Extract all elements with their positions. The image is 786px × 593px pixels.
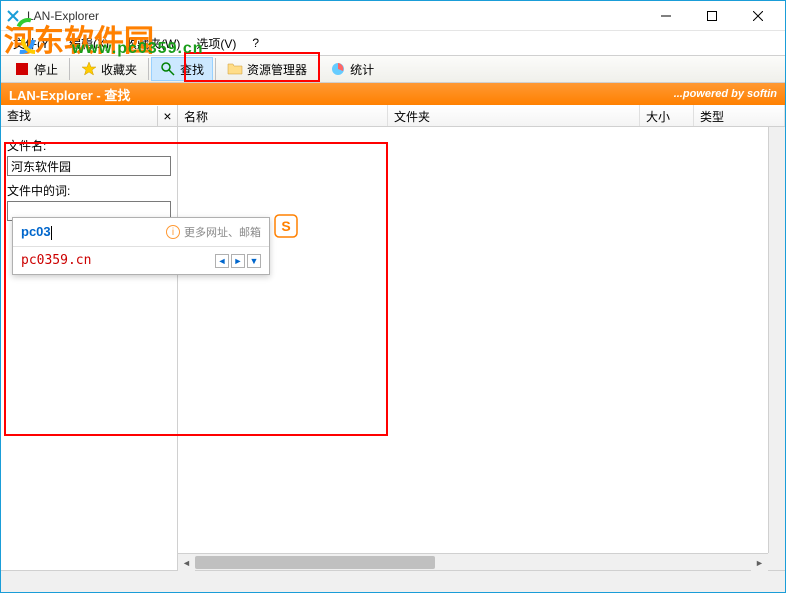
filename-input[interactable] xyxy=(7,156,171,176)
ime-hint[interactable]: i 更多网址、邮箱 xyxy=(166,224,261,240)
resource-manager-button[interactable]: 资源管理器 xyxy=(218,57,316,81)
results-area: ◄ ► xyxy=(178,127,785,570)
words-label: 文件中的词: xyxy=(7,182,171,199)
powered-by: ...powered by softin xyxy=(674,88,777,100)
search-label: 查找 xyxy=(180,61,204,78)
favorites-button[interactable]: 收藏夹 xyxy=(72,57,146,81)
menu-options[interactable]: 选项(V) xyxy=(188,33,244,54)
statusbar xyxy=(1,570,785,592)
filename-label: 文件名: xyxy=(7,137,171,154)
toolbar-separator xyxy=(148,58,149,80)
titlebar: LAN-Explorer xyxy=(1,1,785,31)
col-folder[interactable]: 文件夹 xyxy=(388,105,640,126)
search-sidebar: 查找 × 文件名: 文件中的词: xyxy=(1,105,178,570)
col-size[interactable]: 大小 xyxy=(640,105,694,126)
minimize-button[interactable] xyxy=(643,1,689,31)
sidebar-header-label: 查找 xyxy=(1,107,157,124)
maximize-button[interactable] xyxy=(689,1,735,31)
content-area: 查找 × 文件名: 文件中的词: 名称 文件夹 大小 类型 ◄ xyxy=(1,105,785,570)
maximize-icon xyxy=(707,11,717,21)
chart-icon xyxy=(330,61,346,77)
column-headers: 名称 文件夹 大小 类型 xyxy=(178,105,785,127)
scroll-right-button[interactable]: ► xyxy=(751,554,768,571)
ime-suggestion[interactable]: pc0359.cn xyxy=(21,253,215,268)
ime-popup: pc03 i 更多网址、邮箱 pc0359.cn ◄ ► ▼ xyxy=(12,217,270,275)
app-window: LAN-Explorer 文件(Y) 编辑(X) 收藏夹(W) 选项(V) ? … xyxy=(0,0,786,593)
col-name[interactable]: 名称 xyxy=(178,105,388,126)
menu-favorites[interactable]: 收藏夹(W) xyxy=(117,33,188,54)
sidebar-header: 查找 × xyxy=(1,105,177,127)
statistics-label: 统计 xyxy=(350,61,374,78)
ime-nav: ◄ ► ▼ xyxy=(215,254,261,268)
scroll-left-button[interactable]: ◄ xyxy=(178,554,195,571)
close-icon xyxy=(753,11,763,21)
ime-prev-button[interactable]: ◄ xyxy=(215,254,229,268)
ime-input-row: pc03 i 更多网址、邮箱 xyxy=(13,218,269,247)
svg-text:S: S xyxy=(281,218,290,234)
toolbar-separator xyxy=(318,58,319,80)
menu-help[interactable]: ? xyxy=(244,34,267,52)
favorites-label: 收藏夹 xyxy=(101,61,137,78)
watermark-logo xyxy=(6,18,50,67)
menubar: 文件(Y) 编辑(X) 收藏夹(W) 选项(V) ? xyxy=(1,31,785,55)
powered-brand: softin xyxy=(747,88,777,100)
statistics-button[interactable]: 统计 xyxy=(321,57,383,81)
ime-dropdown-button[interactable]: ▼ xyxy=(247,254,261,268)
search-icon xyxy=(160,61,176,77)
search-button[interactable]: 查找 xyxy=(151,57,213,81)
info-icon: i xyxy=(166,225,180,239)
resource-manager-label: 资源管理器 xyxy=(247,61,307,78)
minimize-icon xyxy=(661,11,671,21)
col-type[interactable]: 类型 xyxy=(694,105,785,126)
scrollbar-corner xyxy=(768,553,785,570)
ime-suggestion-row: pc0359.cn ◄ ► ▼ xyxy=(13,247,269,274)
window-title: LAN-Explorer xyxy=(27,9,643,23)
sogou-ime-badge: S xyxy=(274,214,298,238)
header-strip: LAN-Explorer - 查找 ...powered by softin xyxy=(1,83,785,105)
main-panel: 名称 文件夹 大小 类型 ◄ ► xyxy=(178,105,785,570)
horizontal-scrollbar[interactable]: ◄ ► xyxy=(178,553,768,570)
close-button[interactable] xyxy=(735,1,781,31)
toolbar: 停止 收藏夹 查找 资源管理器 统计 xyxy=(1,55,785,83)
vertical-scrollbar[interactable] xyxy=(768,127,785,553)
window-controls xyxy=(643,1,781,31)
sidebar-close-button[interactable]: × xyxy=(157,106,177,126)
toolbar-separator xyxy=(215,58,216,80)
toolbar-separator xyxy=(69,58,70,80)
scrollbar-thumb[interactable] xyxy=(195,556,435,569)
folder-icon xyxy=(227,61,243,77)
menu-edit[interactable]: 编辑(X) xyxy=(61,33,117,54)
header-strip-title: LAN-Explorer - 查找 xyxy=(9,85,674,104)
ime-hint-text: 更多网址、邮箱 xyxy=(184,224,261,240)
ime-next-button[interactable]: ► xyxy=(231,254,245,268)
powered-prefix: ...powered by xyxy=(674,88,747,100)
ime-input-text: pc03 xyxy=(21,224,166,240)
star-icon xyxy=(81,61,97,77)
